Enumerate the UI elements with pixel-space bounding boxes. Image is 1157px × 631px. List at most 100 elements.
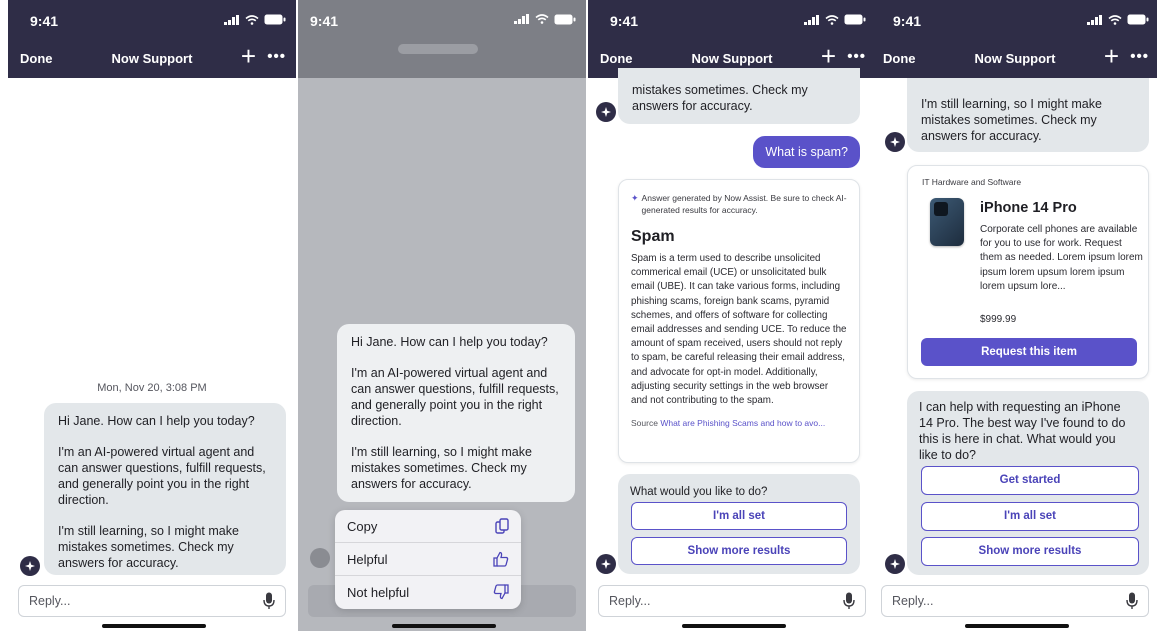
camera-module: [934, 202, 948, 216]
microphone-icon[interactable]: [1126, 592, 1138, 615]
menu-item-label: Copy: [347, 519, 378, 534]
more-icon[interactable]: •••: [1130, 48, 1149, 65]
assistant-avatar-icon: [20, 556, 40, 576]
product-description: Corporate cell phones are available for …: [980, 224, 1143, 292]
blurred-header: [298, 0, 586, 78]
assistant-avatar-icon: [885, 132, 905, 152]
reply-input[interactable]: Reply...: [18, 585, 286, 617]
wifi-icon: [535, 14, 549, 24]
menu-item-copy[interactable]: Copy: [335, 510, 521, 543]
wifi-icon: [1108, 14, 1122, 25]
agent-message-bubble[interactable]: Hi Jane. How can I help you today? I'm a…: [44, 403, 286, 575]
greeting-text: Hi Jane. How can I help you today?: [351, 335, 548, 349]
home-indicator: [102, 624, 206, 628]
menu-item-label: Not helpful: [347, 585, 410, 600]
home-indicator: [392, 624, 496, 628]
plus-icon[interactable]: +: [1104, 43, 1119, 69]
battery-icon: [264, 14, 286, 25]
menu-item-not-helpful[interactable]: Not helpful: [335, 576, 521, 609]
intro-text: I'm an AI-powered virtual agent and can …: [351, 366, 559, 428]
agent-message-bubble[interactable]: I'm still learning, so I might make mist…: [907, 78, 1149, 152]
wifi-icon: [825, 14, 839, 25]
status-time: 9:41: [310, 13, 339, 29]
nav-bar: Done Now Support + •••: [871, 38, 1157, 78]
sparkle-icon: ✦: [631, 193, 639, 203]
request-item-button[interactable]: Request this item: [921, 338, 1137, 366]
signal-icon: [804, 14, 819, 25]
menu-item-helpful[interactable]: Helpful: [335, 543, 521, 576]
get-started-button[interactable]: Get started: [921, 466, 1139, 495]
source-line: Source What are Phishing Scams and how t…: [631, 418, 847, 428]
menu-item-label: Helpful: [347, 552, 388, 567]
product-name: iPhone 14 Pro: [980, 200, 1077, 216]
assistant-avatar-icon: [596, 554, 616, 574]
blurred-avatar: [310, 548, 330, 568]
microphone-icon[interactable]: [843, 592, 855, 615]
phone-screen-welcome: 9:41 Done Now Support + ••• Mon, Nov 20,…: [8, 0, 296, 631]
status-time: 9:41: [30, 13, 59, 29]
user-message-bubble[interactable]: What is spam?: [753, 136, 860, 168]
signal-icon: [1087, 14, 1102, 25]
disclaimer-text: I'm still learning, so I might make mist…: [351, 445, 532, 491]
plus-icon[interactable]: +: [821, 43, 836, 69]
signal-wifi-battery-icons: [1087, 14, 1149, 25]
more-icon[interactable]: •••: [267, 48, 286, 65]
answer-title: Spam: [631, 228, 675, 245]
home-indicator: [682, 624, 786, 628]
home-indicator: [965, 624, 1069, 628]
product-image: [930, 198, 964, 246]
intro-text: I'm an AI-powered virtual agent and can …: [58, 445, 266, 507]
ai-notice: ✦ Answer generated by Now Assist. Be sur…: [631, 192, 847, 216]
phone-screen-context-menu: 9:41 Hi Jane. How can I help you today? …: [298, 0, 586, 631]
battery-icon: [844, 14, 866, 25]
thumbs-down-icon: [493, 584, 509, 603]
all-set-button[interactable]: I'm all set: [921, 502, 1139, 531]
phone-screen-spam-answer: 9:41 Done Now Support + ••• mistakes som…: [588, 0, 876, 631]
reply-input[interactable]: Reply...: [881, 585, 1149, 617]
source-label: Source: [631, 418, 658, 429]
product-category: IT Hardware and Software: [922, 177, 1022, 187]
status-time: 9:41: [893, 13, 922, 29]
plus-icon[interactable]: +: [241, 43, 256, 69]
help-text: I can help with requesting an iPhone 14 …: [919, 400, 1126, 462]
reply-placeholder: Reply...: [892, 594, 934, 608]
options-question: What would you like to do?: [630, 486, 768, 498]
reply-input[interactable]: Reply...: [598, 585, 866, 617]
copy-icon: [495, 518, 509, 537]
signal-wifi-battery-icons: [224, 14, 286, 25]
product-card: IT Hardware and Software iPhone 14 Pro C…: [907, 165, 1149, 379]
status-bar: 9:41: [871, 0, 1157, 38]
microphone-icon[interactable]: [263, 592, 275, 615]
blurred-title: [398, 44, 478, 54]
status-time: 9:41: [610, 13, 639, 29]
answer-card: ✦ Answer generated by Now Assist. Be sur…: [618, 179, 860, 463]
greeting-text: Hi Jane. How can I help you today?: [58, 414, 255, 428]
more-icon[interactable]: •••: [847, 48, 866, 65]
agent-message-bubble-focused[interactable]: Hi Jane. How can I help you today? I'm a…: [337, 324, 575, 502]
nav-bar: Done Now Support + •••: [8, 38, 296, 78]
assistant-avatar-icon: [885, 554, 905, 574]
show-more-results-button[interactable]: Show more results: [921, 537, 1139, 566]
disclaimer-text: mistakes sometimes. Check my answers for…: [632, 83, 808, 113]
message-timestamp: Mon, Nov 20, 3:08 PM: [97, 382, 207, 394]
signal-wifi-battery-icons: [804, 14, 866, 25]
disclaimer-text: I'm still learning, so I might make mist…: [921, 97, 1102, 143]
signal-icon: [514, 14, 529, 24]
reply-placeholder: Reply...: [29, 594, 71, 608]
status-bar: 9:41: [8, 0, 296, 38]
all-set-button[interactable]: I'm all set: [631, 502, 847, 530]
agent-message-bubble[interactable]: mistakes sometimes. Check my answers for…: [618, 68, 860, 124]
source-link[interactable]: What are Phishing Scams and how to avo..…: [660, 418, 825, 428]
context-menu: Copy Helpful Not helpful: [335, 510, 521, 609]
ai-notice-text: Answer generated by Now Assist. Be sure …: [641, 193, 847, 215]
battery-icon: [554, 14, 576, 25]
product-price: $999.99: [980, 314, 1017, 325]
signal-wifi-battery-icons: [514, 14, 576, 25]
show-more-results-button[interactable]: Show more results: [631, 537, 847, 565]
disclaimer-text: I'm still learning, so I might make mist…: [58, 524, 239, 570]
answer-body: Spam is a term used to describe unsolici…: [631, 253, 847, 407]
battery-icon: [1127, 14, 1149, 25]
signal-icon: [224, 14, 239, 25]
wifi-icon: [245, 14, 259, 25]
reply-placeholder: Reply...: [609, 594, 651, 608]
